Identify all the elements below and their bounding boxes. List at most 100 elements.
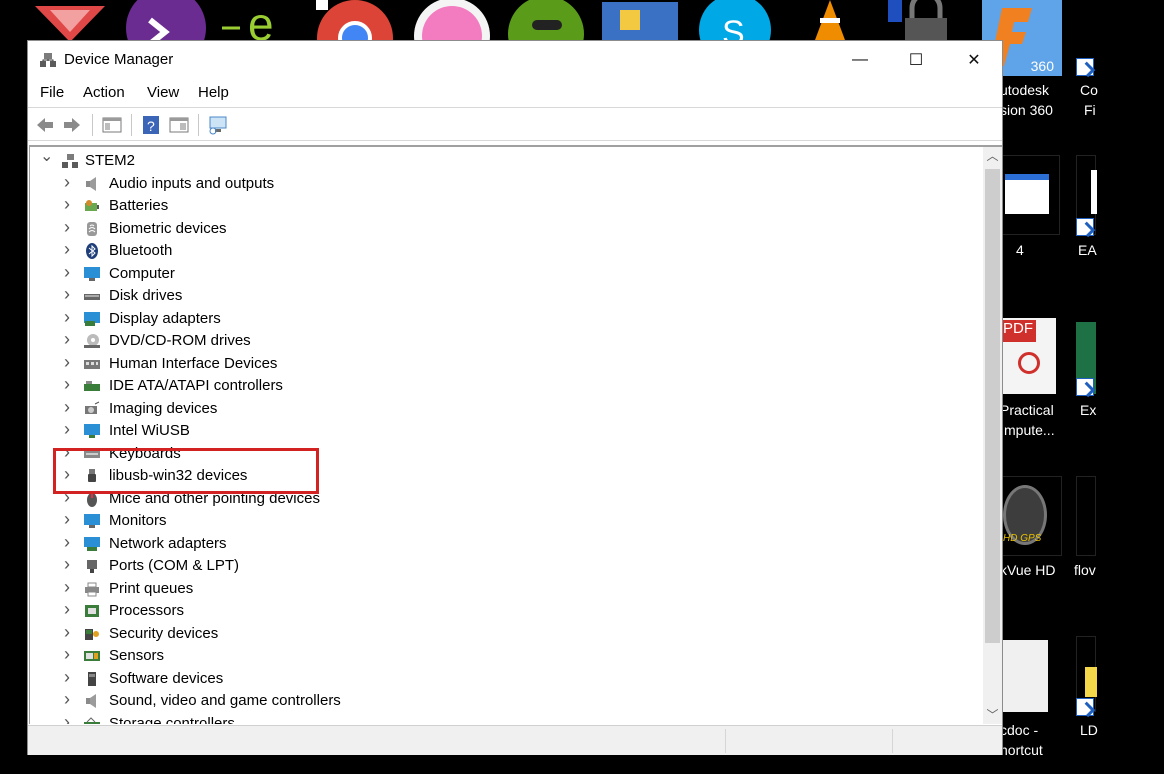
chevron-right-icon[interactable]: ›: [64, 713, 74, 725]
app-icon-skype[interactable]: S: [699, 0, 771, 42]
chevron-right-icon[interactable]: ›: [64, 173, 74, 191]
title-bar[interactable]: Device Manager — ☐ ✕: [28, 41, 1002, 79]
highlight-box-libusb: [53, 448, 319, 494]
app-icon-red-v[interactable]: [35, 6, 105, 42]
chevron-right-icon[interactable]: ›: [64, 218, 74, 236]
app-icon-green-circle[interactable]: [508, 0, 584, 42]
chevron-right-icon[interactable]: ›: [64, 668, 74, 686]
chevron-right-icon[interactable]: ›: [64, 330, 74, 348]
chevron-right-icon[interactable]: ›: [64, 263, 74, 281]
tree-category-row[interactable]: › Storage controllers: [30, 713, 450, 725]
forward-arrow-icon[interactable]: [61, 114, 83, 136]
pdf-file-icon[interactable]: PDF: [1000, 318, 1056, 394]
trackvue-icon[interactable]: HD GPS: [1000, 476, 1062, 556]
vertical-scrollbar[interactable]: ︿ ﹀: [983, 147, 1002, 724]
tree-category-row[interactable]: › Ports (COM & LPT): [30, 555, 450, 577]
menu-file[interactable]: File: [40, 84, 64, 101]
chevron-right-icon[interactable]: ›: [64, 195, 74, 213]
properties-icon[interactable]: [168, 114, 190, 136]
chevron-right-icon[interactable]: ›: [64, 353, 74, 371]
chevron-right-icon[interactable]: ›: [64, 308, 74, 326]
device-tree[interactable]: ⌄ STEM2 › Audio inputs and outputs › Batterie…: [29, 145, 1002, 724]
flow-icon[interactable]: [1076, 476, 1096, 556]
scrollbar-thumb[interactable]: [985, 169, 1000, 643]
scroll-up-arrow[interactable]: ︿: [983, 148, 1002, 165]
desktop-label-co-line1: Co: [1080, 82, 1098, 98]
tree-category-row[interactable]: › Security devices: [30, 623, 450, 645]
chevron-right-icon[interactable]: ›: [64, 285, 74, 303]
shortcut-arrow-icon: [1076, 58, 1094, 76]
tree-category-label: Print queues: [109, 579, 194, 597]
chevron-right-icon[interactable]: ›: [64, 533, 74, 551]
tree-root-row[interactable]: ⌄ STEM2: [30, 149, 430, 172]
ea-page: [1091, 170, 1097, 214]
document-file-icon[interactable]: [1002, 640, 1048, 712]
chevron-down-icon[interactable]: ⌄: [40, 149, 53, 165]
hid-icon: [84, 359, 100, 369]
maximize-button[interactable]: ☐: [888, 41, 944, 79]
tree-category-row[interactable]: › Batteries: [30, 195, 450, 217]
tree-category-row[interactable]: › Network adapters: [30, 533, 450, 555]
tree-category-row[interactable]: › Software devices: [30, 668, 450, 690]
chevron-right-icon[interactable]: ›: [64, 645, 74, 663]
pdf-badge: PDF: [1000, 320, 1036, 342]
desktop-label-practical-line2: mpute...: [1004, 422, 1055, 438]
device-manager-icon: [40, 53, 56, 67]
app-icon-ie-shortcut[interactable]: e: [222, 0, 274, 42]
menu-help[interactable]: Help: [198, 84, 229, 101]
printer-icon: [85, 582, 99, 596]
desktop-label-autodesk-line1: utodesk: [1000, 82, 1050, 98]
tree-category-row[interactable]: › Human Interface Devices: [30, 353, 450, 375]
app-icon-virtualbox[interactable]: [602, 2, 678, 42]
tree-category-row[interactable]: › Computer: [30, 263, 450, 285]
tree-category-row[interactable]: › Disk drives: [30, 285, 450, 307]
monitor-icon: [84, 266, 100, 281]
minimize-button[interactable]: —: [832, 41, 888, 79]
tree-category-row[interactable]: › IDE ATA/ATAPI controllers: [30, 375, 450, 397]
tree-category-row[interactable]: › Biometric devices: [30, 218, 450, 240]
scroll-down-arrow[interactable]: ﹀: [983, 707, 1002, 724]
desktop-window-thumbnail-icon[interactable]: [1000, 155, 1060, 235]
desktop-label-4: 4: [1016, 242, 1024, 258]
chevron-right-icon[interactable]: ›: [64, 398, 74, 416]
processor-icon: [85, 605, 99, 617]
app-icon-chrome[interactable]: [317, 0, 393, 42]
help-icon[interactable]: ?: [140, 114, 162, 136]
close-button[interactable]: ✕: [946, 41, 1002, 79]
tree-category-row[interactable]: › Audio inputs and outputs: [30, 173, 450, 195]
chevron-right-icon[interactable]: ›: [64, 690, 74, 708]
chevron-right-icon[interactable]: ›: [64, 510, 74, 528]
chevron-right-icon[interactable]: ›: [64, 578, 74, 596]
tree-category-row[interactable]: › Print queues: [30, 578, 450, 600]
app-icon-lock[interactable]: [888, 0, 947, 42]
chevron-right-icon[interactable]: ›: [64, 240, 74, 258]
chevron-right-icon[interactable]: ›: [64, 375, 74, 393]
app-icon-vlc[interactable]: [815, 0, 845, 40]
tree-category-row[interactable]: › Imaging devices: [30, 398, 450, 420]
tree-category-row[interactable]: › Bluetooth: [30, 240, 450, 262]
app-icon-visual-studio[interactable]: [126, 0, 206, 42]
menu-action[interactable]: Action: [83, 84, 125, 101]
show-hide-console-tree-icon[interactable]: [101, 114, 123, 136]
storage-controller-icon: [84, 716, 100, 724]
tree-category-row[interactable]: › Display adapters: [30, 308, 450, 330]
tree-category-row[interactable]: › Monitors: [30, 510, 450, 532]
tree-category-row[interactable]: › Sound, video and game controllers: [30, 690, 450, 712]
tree-category-row[interactable]: › Intel WiUSB: [30, 420, 450, 442]
tree-category-row[interactable]: › Processors: [30, 600, 450, 622]
acrobat-swirl-icon: [1018, 352, 1040, 374]
menu-bar: File Action View Help: [28, 79, 1002, 107]
app-icon-itunes[interactable]: [414, 0, 490, 42]
tree-category-label: Ports (COM & LPT): [109, 557, 240, 574]
desktop-label-cdoc-line2: hortcut: [1000, 742, 1043, 758]
scan-hardware-icon[interactable]: [207, 114, 229, 136]
chevron-right-icon[interactable]: ›: [64, 555, 74, 573]
menu-view[interactable]: View: [147, 84, 179, 101]
chevron-right-icon[interactable]: ›: [64, 623, 74, 641]
chevron-right-icon[interactable]: ›: [64, 600, 74, 618]
tree-category-row[interactable]: › Sensors: [30, 645, 450, 667]
tree-category-row[interactable]: › DVD/CD-ROM drives: [30, 330, 450, 352]
chevron-right-icon[interactable]: ›: [64, 420, 74, 438]
back-arrow-icon[interactable]: [34, 114, 56, 136]
sensor-icon: [84, 651, 100, 661]
